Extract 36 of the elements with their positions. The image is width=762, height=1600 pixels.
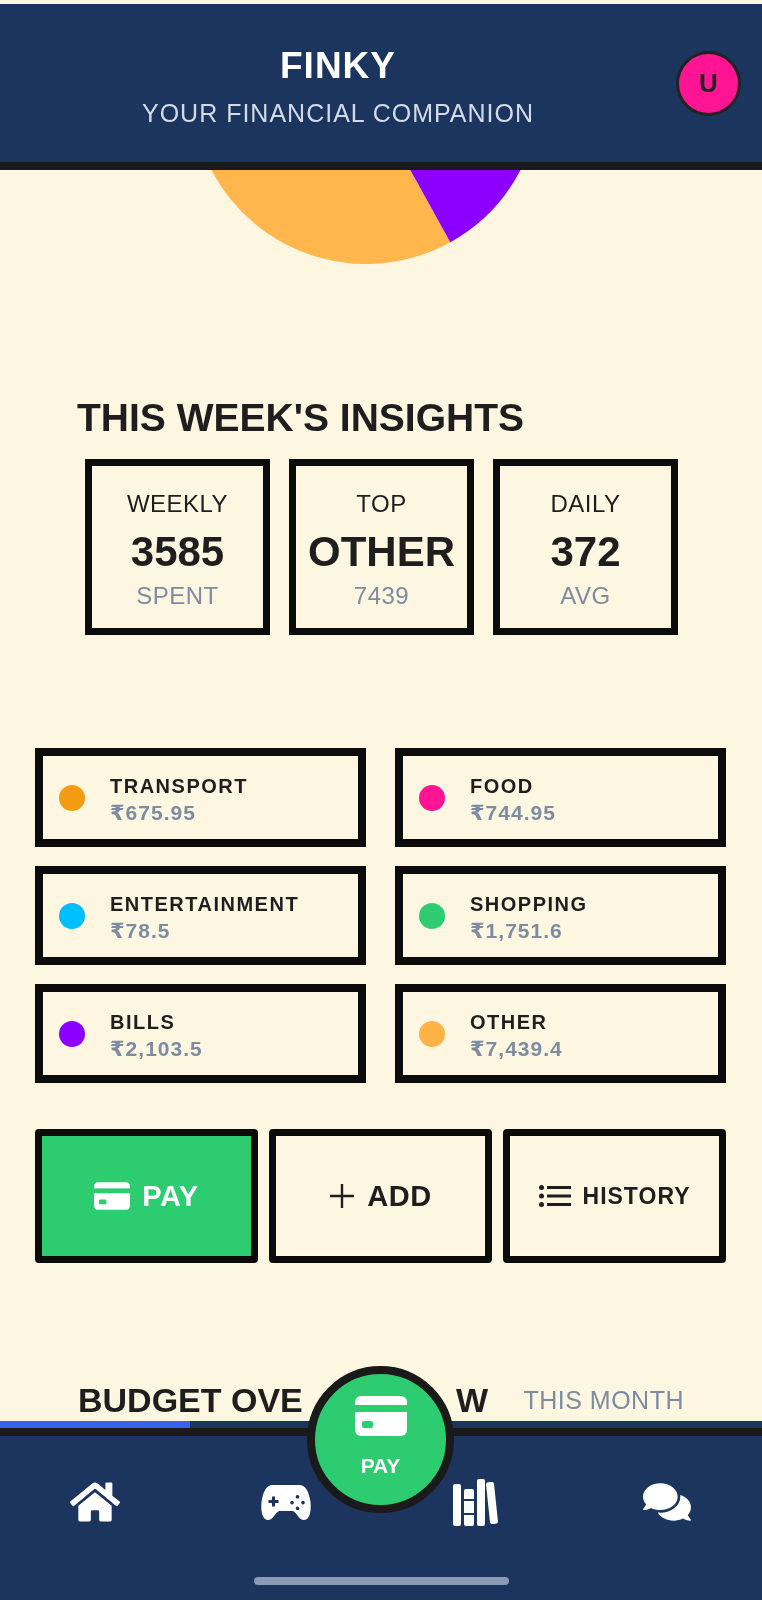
insight-label: TOP xyxy=(356,490,407,518)
category-name: OTHER xyxy=(470,1009,549,1035)
category-name: BILLS xyxy=(110,1009,177,1035)
category-amount: ₹7,439.4 xyxy=(470,1035,563,1062)
books-icon[interactable] xyxy=(453,1478,500,1526)
card-icon xyxy=(354,1396,407,1436)
category-amount: ₹1,751.6 xyxy=(470,917,564,944)
insight-caption: SPENT xyxy=(136,582,219,610)
section-heading: THIS WEEK'S INSIGHTS xyxy=(77,396,524,440)
insight-value: OTHER xyxy=(308,528,455,576)
insight-caption: AVG xyxy=(560,582,611,610)
period-label: THIS MONTH xyxy=(523,1385,684,1416)
insight-label: DAILY xyxy=(550,490,621,518)
insight-value: 372 xyxy=(550,528,621,576)
app-subtitle: YOUR FINANCIAL COMPANION xyxy=(141,98,535,128)
insight-value: 3585 xyxy=(130,528,225,576)
category-amount: ₹2,103.5 xyxy=(110,1035,203,1062)
category-name: FOOD xyxy=(470,773,535,799)
list-icon xyxy=(538,1185,571,1207)
category-amount: ₹78.5 xyxy=(110,917,172,944)
app-title: FINKY xyxy=(280,44,396,88)
gamepad-icon[interactable] xyxy=(260,1482,311,1522)
category-name: SHOPPING xyxy=(470,891,588,917)
budget-heading: W xyxy=(456,1380,489,1421)
insight-caption: 7439 xyxy=(353,582,410,610)
category-amount: ₹744.95 xyxy=(470,799,556,826)
budget-heading: BUDGET OVE xyxy=(78,1380,303,1421)
category-name: TRANSPORT xyxy=(110,773,248,799)
insight-label: WEEKLY xyxy=(126,490,229,518)
add-button[interactable]: ADD xyxy=(269,1129,492,1263)
avatar-button[interactable]: U xyxy=(676,50,741,116)
category-amount: ₹675.95 xyxy=(110,799,197,826)
history-button[interactable]: HISTORY xyxy=(503,1129,726,1263)
plus-icon xyxy=(329,1183,356,1209)
card-icon xyxy=(94,1182,131,1210)
category-name: ENTERTAINMENT xyxy=(110,891,300,917)
